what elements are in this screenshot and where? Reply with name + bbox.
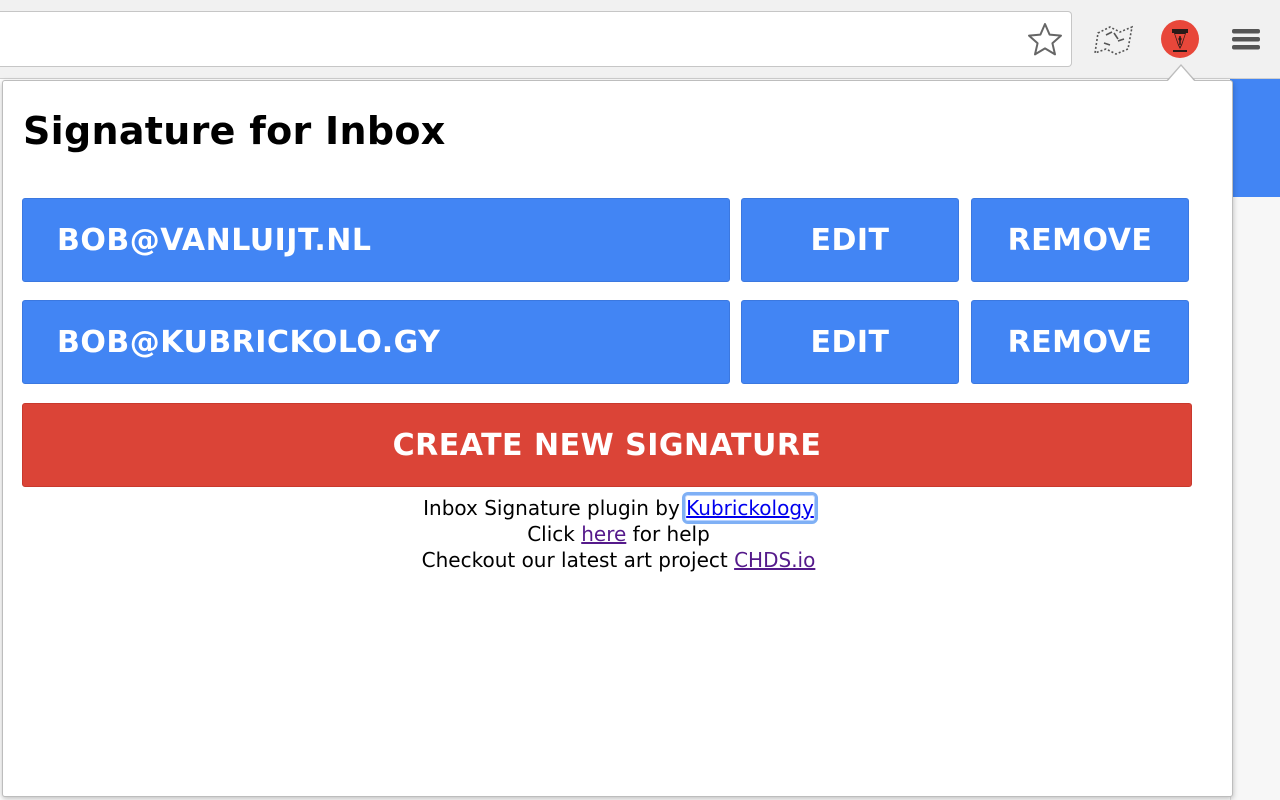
footer-line-project: Checkout our latest art project CHDS.io [3, 547, 1234, 573]
kubrickology-link[interactable]: Kubrickology [682, 492, 818, 524]
signature-email-button[interactable]: BOB@VANLUIJT.NL [22, 198, 730, 282]
remove-signature-button[interactable]: REMOVE [971, 300, 1189, 384]
extension-popup: Signature for Inbox BOB@VANLUIJT.NL EDIT… [2, 80, 1233, 797]
signature-email-button[interactable]: BOB@KUBRICKOLO.GY [22, 300, 730, 384]
popup-title: Signature for Inbox [23, 109, 446, 153]
footer-project-text: Checkout our latest art project [421, 548, 735, 572]
star-icon[interactable] [1025, 20, 1065, 60]
popup-footer: Inbox Signature plugin by Kubrickology C… [3, 492, 1234, 573]
address-bar[interactable] [0, 11, 1072, 67]
create-signature-button[interactable]: CREATE NEW SIGNATURE [22, 403, 1192, 487]
chds-link[interactable]: CHDS.io [734, 548, 815, 572]
footer-help-prefix: Click [527, 522, 582, 546]
page-header-strip [1230, 79, 1280, 197]
edit-signature-button[interactable]: EDIT [741, 198, 959, 282]
help-link[interactable]: here [581, 522, 626, 546]
footer-line-help: Click here for help [3, 521, 1234, 547]
browser-toolbar [0, 0, 1280, 79]
page-side-strip [1230, 197, 1280, 800]
remove-signature-button[interactable]: REMOVE [971, 198, 1189, 282]
footer-line-credits: Inbox Signature plugin by Kubrickology [3, 492, 1234, 524]
footer-credits-text: Inbox Signature plugin by [423, 496, 687, 520]
footer-help-suffix: for help [626, 522, 710, 546]
map-extension-icon[interactable] [1092, 19, 1136, 59]
pen-extension-icon[interactable] [1160, 19, 1200, 59]
hamburger-menu-icon[interactable] [1226, 19, 1266, 59]
edit-signature-button[interactable]: EDIT [741, 300, 959, 384]
popup-arrow-fill [1167, 66, 1195, 82]
